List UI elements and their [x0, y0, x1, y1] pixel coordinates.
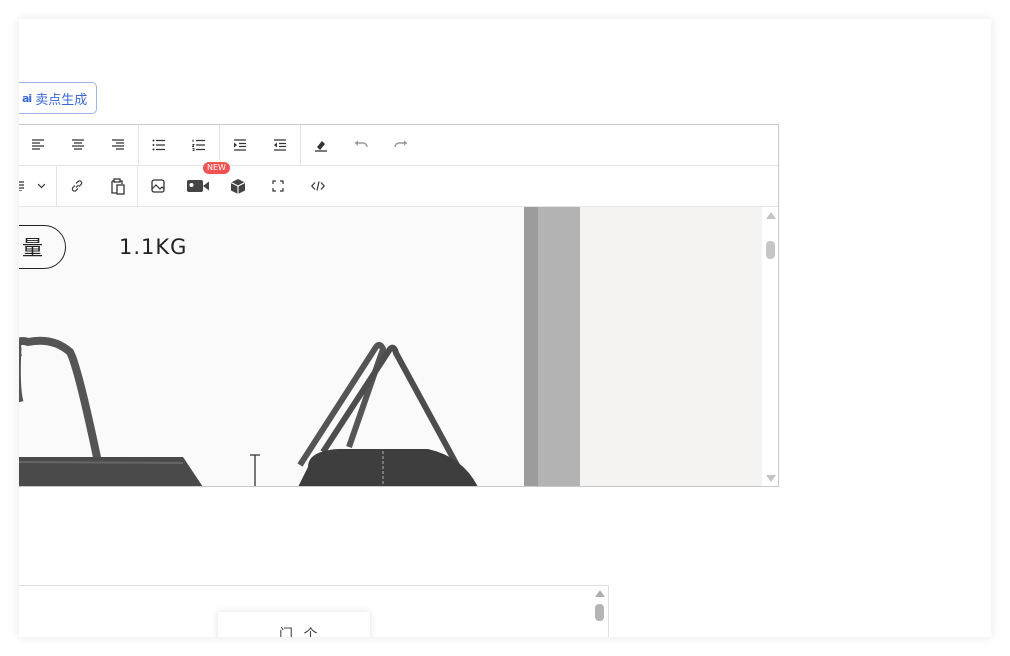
image-icon: [151, 179, 165, 193]
scroll-down-arrow-icon[interactable]: [766, 475, 776, 482]
code-view-button[interactable]: [298, 170, 338, 202]
clear-format-button[interactable]: [301, 129, 341, 161]
align-left-icon: [32, 139, 44, 150]
indent-button[interactable]: [220, 129, 260, 161]
bag-illustration: [19, 336, 478, 486]
floating-popup: 门 个: [218, 612, 370, 637]
eraser-icon: [315, 140, 327, 152]
redo-button[interactable]: [381, 129, 421, 161]
align-center-button[interactable]: [58, 129, 98, 161]
align-center-icon: [72, 139, 84, 150]
toolbar-row-2: NEW: [19, 162, 778, 207]
link-icon: [71, 180, 83, 192]
numbered-list-icon: [192, 139, 205, 151]
bullet-list-button[interactable]: [139, 129, 179, 161]
undo-button[interactable]: [341, 129, 381, 161]
paste-button[interactable]: [97, 170, 137, 202]
fullscreen-button[interactable]: [258, 170, 298, 202]
outdent-icon: [274, 139, 286, 151]
format-dropdown-icon: [19, 181, 45, 191]
code-view-icon: [311, 181, 325, 191]
paste-icon: [111, 177, 125, 195]
insert-image-button[interactable]: [138, 170, 178, 202]
ai-selling-point-button[interactable]: ai 卖点生成: [19, 82, 98, 114]
align-right-icon: [112, 139, 124, 150]
numbered-list-button[interactable]: [179, 129, 219, 161]
ai-icon: ai: [22, 91, 32, 105]
redo-icon: [394, 140, 408, 148]
scroll-thumb[interactable]: [766, 241, 775, 259]
secondary-editor-scrollbar[interactable]: [592, 586, 608, 637]
insert-video-button[interactable]: NEW: [178, 162, 230, 202]
editor-content[interactable]: 量 1.1KG: [19, 207, 763, 486]
ai-button-label: 卖点生成: [35, 92, 88, 108]
popup-text: 门 个: [279, 627, 321, 637]
rich-text-editor: NEW 量 1.1KG: [19, 124, 779, 487]
scroll-up-arrow-icon[interactable]: [766, 212, 776, 219]
page-canvas: ai 卖点生成 NEW 量 1.1KG 门 个: [19, 19, 991, 637]
align-right-button[interactable]: [98, 129, 138, 161]
undo-icon: [354, 140, 368, 148]
scroll-thumb[interactable]: [595, 604, 604, 621]
scroll-up-arrow-icon[interactable]: [595, 590, 605, 597]
indent-icon: [234, 139, 246, 151]
link-button[interactable]: [57, 170, 97, 202]
image-edge-inner: [524, 207, 538, 486]
format-dropdown[interactable]: [19, 170, 56, 202]
editor-scrollbar[interactable]: [762, 207, 778, 486]
video-icon: [187, 180, 209, 192]
bullet-list-icon: [152, 139, 165, 151]
insert-3d-button[interactable]: [218, 170, 258, 202]
align-left-button[interactable]: [19, 129, 58, 161]
fullscreen-icon: [272, 180, 284, 192]
outdent-button[interactable]: [260, 129, 300, 161]
toolbar-row-1: [19, 125, 778, 166]
image-background-panel: [580, 207, 763, 486]
product-image: 量 1.1KG: [19, 207, 524, 486]
3d-box-icon: [230, 178, 246, 194]
image-edge-shadow: [524, 207, 580, 486]
